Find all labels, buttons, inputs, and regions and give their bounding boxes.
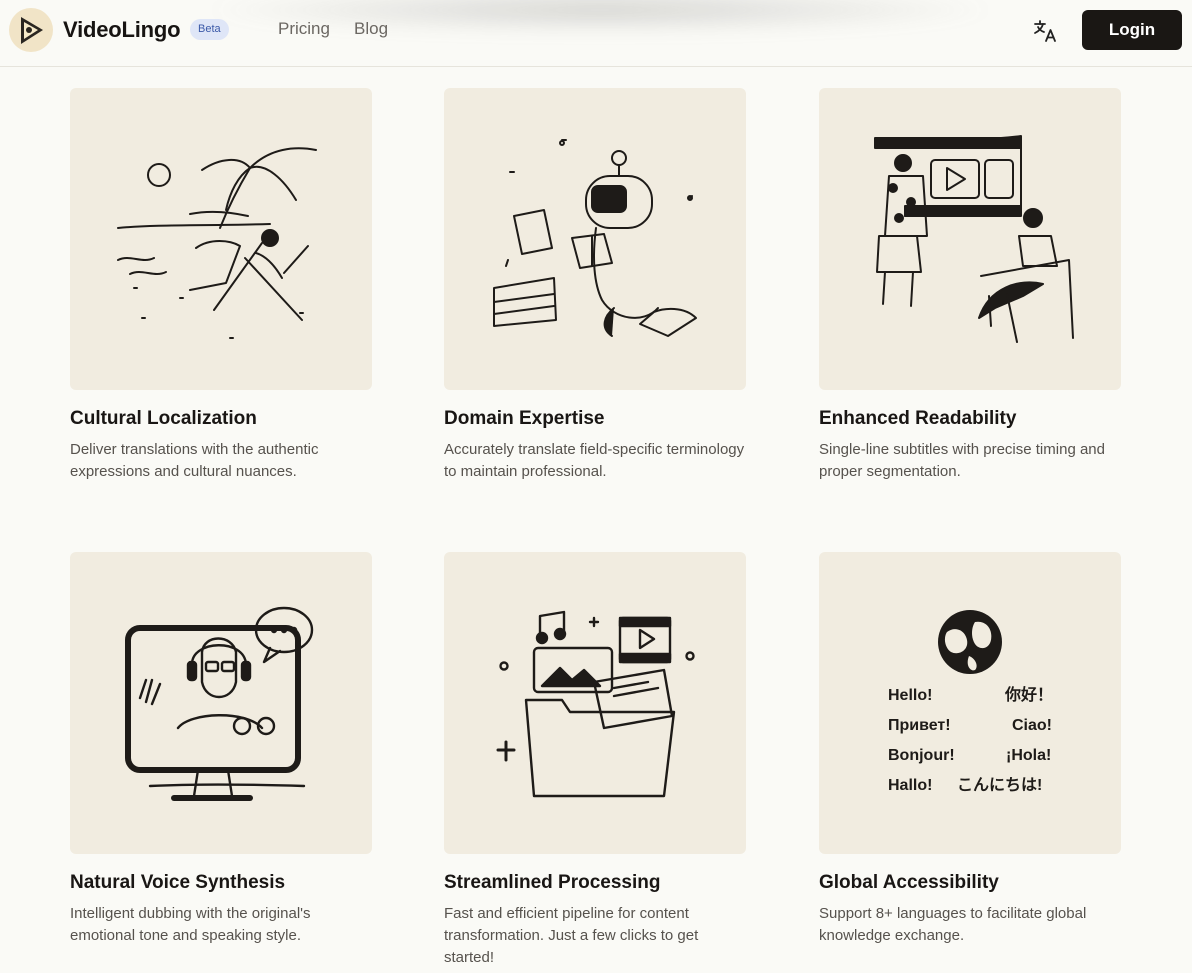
globe-icon <box>938 610 1002 674</box>
greeting-chinese: 你好！ <box>1004 685 1053 704</box>
greeting-italian: Ciao! <box>1012 717 1052 734</box>
nav-pricing-link[interactable]: Pricing <box>278 19 330 39</box>
robot-reading-illustration <box>444 88 746 390</box>
beach-relax-illustration <box>70 88 372 390</box>
nav-blog-link[interactable]: Blog <box>354 19 388 39</box>
feature-card-cultural-localization: Cultural Localization Deliver translatio… <box>70 88 372 483</box>
feature-description: Support 8+ languages to facilitate globa… <box>819 905 1087 944</box>
feature-card-enhanced-readability: Enhanced Readability Single-line subtitl… <box>819 88 1121 483</box>
feature-title: Global Accessibility <box>819 872 999 893</box>
top-nav: VideoLingo Beta Pricing Blog Login <box>0 0 1192 67</box>
greeting-german: Hallo! <box>888 777 932 794</box>
feature-title: Streamlined Processing <box>444 872 661 893</box>
feature-description: Intelligent dubbing with the original's … <box>70 905 311 944</box>
feature-title: Enhanced Readability <box>819 408 1017 429</box>
greeting-french: Bonjour! <box>888 747 955 764</box>
video-call-monitor-illustration <box>70 552 372 854</box>
feature-title: Cultural Localization <box>70 408 257 429</box>
greeting-russian: Привет! <box>888 717 951 734</box>
media-folder-illustration <box>444 552 746 854</box>
logo-icon[interactable] <box>9 8 53 52</box>
feature-description: Single-line subtitles with precise timin… <box>819 441 1105 480</box>
film-strip-people-illustration <box>819 88 1121 390</box>
beta-badge: Beta <box>190 19 229 40</box>
feature-card-natural-voice-synthesis: Natural Voice Synthesis Intelligent dubb… <box>70 552 372 947</box>
greeting-japanese: こんにちは! <box>957 776 1042 794</box>
feature-card-global-accessibility: Hello! 你好！ Привет! Ciao! Bonjour! ¡Hola!… <box>819 552 1121 947</box>
feature-title: Domain Expertise <box>444 408 605 429</box>
globe-greetings-illustration: Hello! 你好！ Привет! Ciao! Bonjour! ¡Hola!… <box>819 552 1121 854</box>
feature-description: Accurately translate field-specific term… <box>444 441 745 480</box>
feature-title: Natural Voice Synthesis <box>70 872 286 893</box>
login-button[interactable]: Login <box>1082 10 1182 50</box>
feature-description: Fast and efficient pipeline for content … <box>444 905 699 966</box>
brand-name[interactable]: VideoLingo <box>63 17 181 43</box>
translate-icon[interactable] <box>1032 18 1058 44</box>
feature-card-domain-expertise: Domain Expertise Accurately translate fi… <box>444 88 746 483</box>
greeting-english: Hello! <box>888 687 932 704</box>
feature-card-streamlined-processing: Streamlined Processing Fast and efficien… <box>444 552 746 969</box>
greeting-spanish: ¡Hola! <box>1006 747 1051 764</box>
feature-description: Deliver translations with the authentic … <box>70 441 319 480</box>
